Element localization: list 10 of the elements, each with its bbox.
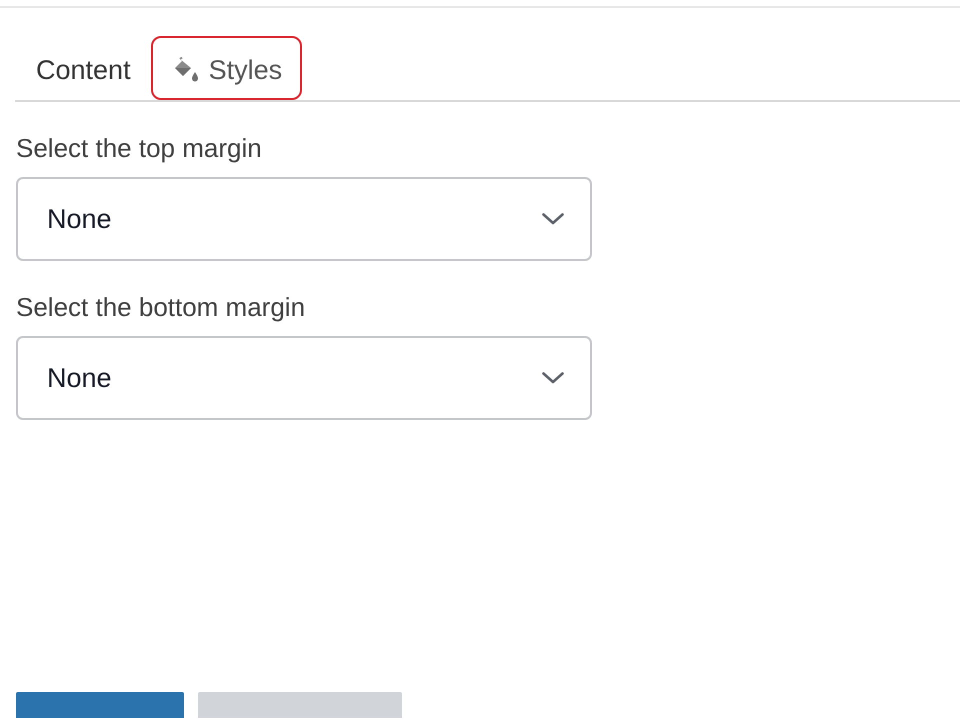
tab[interactable]: Content <box>15 36 149 100</box>
margin-dropdown[interactable]: None <box>16 336 592 420</box>
tab[interactable]: Styles <box>150 36 302 100</box>
field-label: Select the bottom margin <box>16 291 306 323</box>
chevron-down-icon <box>542 213 564 225</box>
secondary-button[interactable] <box>198 692 402 718</box>
primary-button[interactable] <box>16 692 184 718</box>
chevron-down-icon <box>542 372 564 384</box>
field-label: Select the top margin <box>16 132 262 164</box>
margin-dropdown[interactable]: None <box>16 177 592 261</box>
